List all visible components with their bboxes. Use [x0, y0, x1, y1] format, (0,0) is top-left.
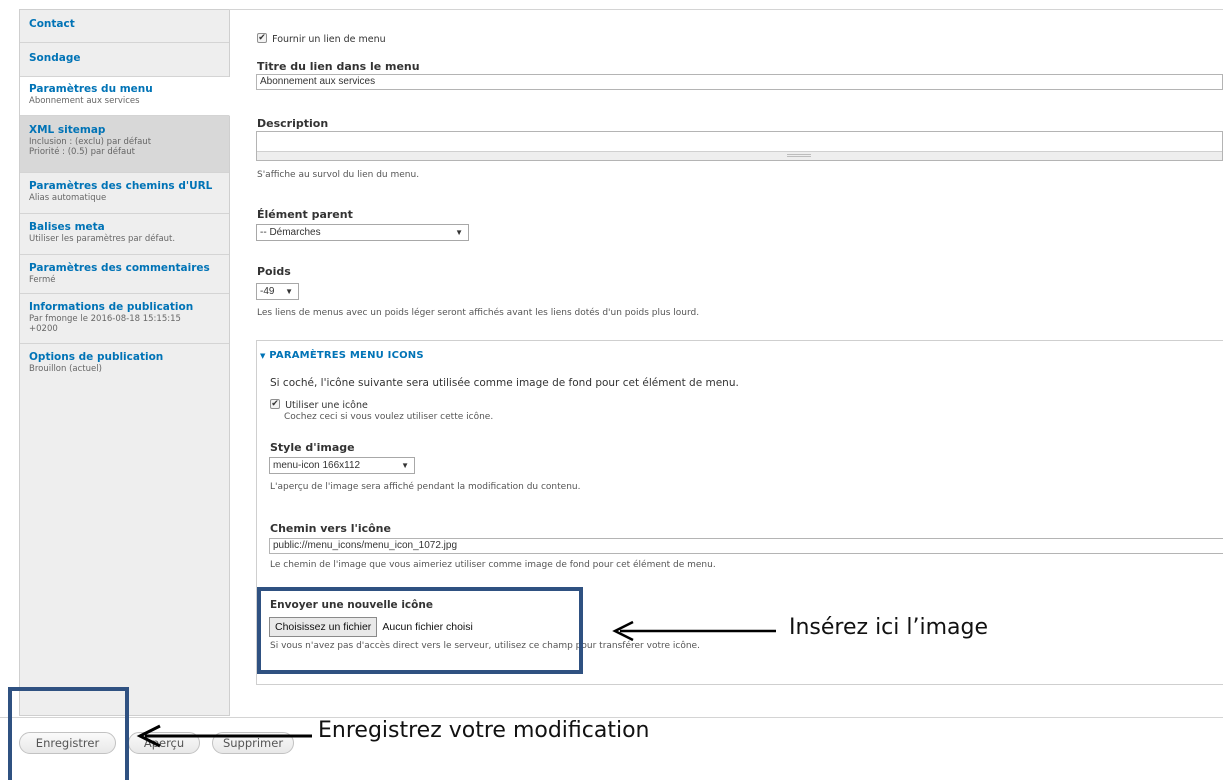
arrow-to-upload — [612, 620, 776, 642]
annotation-arrows — [136, 620, 776, 748]
insert-image-annotation: Insérez ici l’image — [789, 615, 989, 640]
arrow-to-save — [136, 724, 312, 748]
save-annotation: Enregistrez votre modification — [318, 718, 650, 743]
